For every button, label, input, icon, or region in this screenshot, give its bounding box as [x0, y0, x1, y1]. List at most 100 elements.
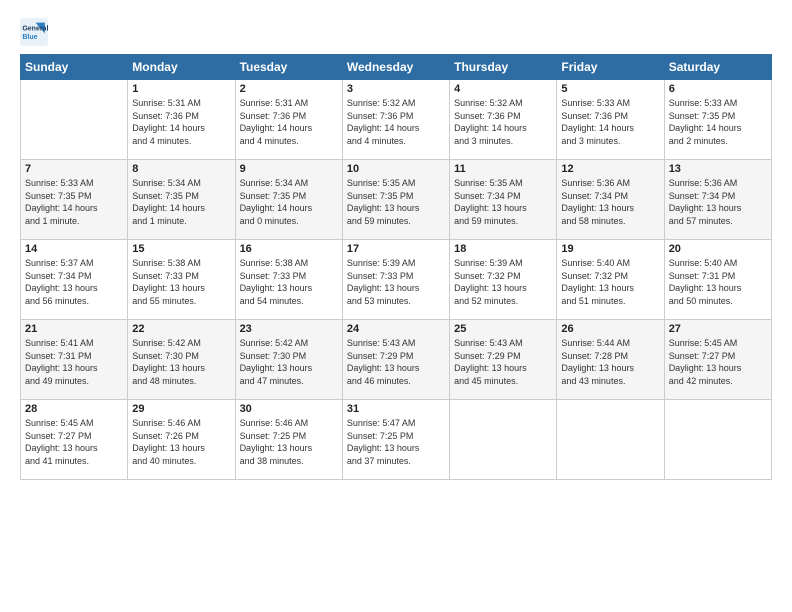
day-number: 7 [25, 163, 123, 175]
cell-content: Sunrise: 5:43 AM Sunset: 7:29 PM Dayligh… [454, 337, 552, 387]
calendar-cell: 28 Sunrise: 5:45 AM Sunset: 7:27 PM Dayli… [21, 400, 128, 480]
cell-content: Sunrise: 5:31 AM Sunset: 7:36 PM Dayligh… [132, 97, 230, 147]
calendar-cell: 24 Sunrise: 5:43 AM Sunset: 7:29 PM Dayli… [342, 320, 449, 400]
header-cell-saturday: Saturday [664, 55, 771, 80]
day-number: 14 [25, 243, 123, 255]
cell-content: Sunrise: 5:47 AM Sunset: 7:25 PM Dayligh… [347, 417, 445, 467]
cell-content: Sunrise: 5:40 AM Sunset: 7:32 PM Dayligh… [561, 257, 659, 307]
calendar-table: SundayMondayTuesdayWednesdayThursdayFrid… [20, 54, 772, 480]
logo-icon: General Blue [20, 18, 48, 46]
day-number: 19 [561, 243, 659, 255]
cell-content: Sunrise: 5:34 AM Sunset: 7:35 PM Dayligh… [240, 177, 338, 227]
calendar-cell: 27Sunrise: 5:45 AM Sunset: 7:27 PM Dayli… [664, 320, 771, 400]
header-cell-sunday: Sunday [21, 55, 128, 80]
logo: General Blue [20, 18, 52, 46]
calendar-cell [450, 400, 557, 480]
day-number: 5 [561, 83, 659, 95]
cell-content: Sunrise: 5:41 AM Sunset: 7:31 PM Dayligh… [25, 337, 123, 387]
day-number: 24 [347, 323, 445, 335]
day-number: 31 [347, 403, 445, 415]
header-row: SundayMondayTuesdayWednesdayThursdayFrid… [21, 55, 772, 80]
cell-content: Sunrise: 5:31 AM Sunset: 7:36 PM Dayligh… [240, 97, 338, 147]
calendar-cell: 18 Sunrise: 5:39 AM Sunset: 7:32 PM Dayli… [450, 240, 557, 320]
week-row-3: 14 Sunrise: 5:37 AM Sunset: 7:34 PM Dayli… [21, 240, 772, 320]
header-cell-thursday: Thursday [450, 55, 557, 80]
cell-content: Sunrise: 5:45 AM Sunset: 7:27 PM Dayligh… [25, 417, 123, 467]
cell-content: Sunrise: 5:36 AM Sunset: 7:34 PM Dayligh… [561, 177, 659, 227]
calendar-cell: 20 Sunrise: 5:40 AM Sunset: 7:31 PM Dayli… [664, 240, 771, 320]
cell-content: Sunrise: 5:32 AM Sunset: 7:36 PM Dayligh… [347, 97, 445, 147]
header-cell-tuesday: Tuesday [235, 55, 342, 80]
calendar-cell: 10 Sunrise: 5:35 AM Sunset: 7:35 PM Dayli… [342, 160, 449, 240]
calendar-cell: 15Sunrise: 5:38 AM Sunset: 7:33 PM Dayli… [128, 240, 235, 320]
cell-content: Sunrise: 5:42 AM Sunset: 7:30 PM Dayligh… [240, 337, 338, 387]
day-number: 13 [669, 163, 767, 175]
cell-content: Sunrise: 5:45 AM Sunset: 7:27 PM Dayligh… [669, 337, 767, 387]
cell-content: Sunrise: 5:35 AM Sunset: 7:35 PM Dayligh… [347, 177, 445, 227]
cell-content: Sunrise: 5:36 AM Sunset: 7:34 PM Dayligh… [669, 177, 767, 227]
calendar-cell: 12 Sunrise: 5:36 AM Sunset: 7:34 PM Dayli… [557, 160, 664, 240]
calendar-cell: 21 Sunrise: 5:41 AM Sunset: 7:31 PM Dayli… [21, 320, 128, 400]
calendar-cell: 29 Sunrise: 5:46 AM Sunset: 7:26 PM Dayli… [128, 400, 235, 480]
day-number: 18 [454, 243, 552, 255]
week-row-2: 7Sunrise: 5:33 AM Sunset: 7:35 PM Daylig… [21, 160, 772, 240]
cell-content: Sunrise: 5:32 AM Sunset: 7:36 PM Dayligh… [454, 97, 552, 147]
calendar-cell: 22 Sunrise: 5:42 AM Sunset: 7:30 PM Dayli… [128, 320, 235, 400]
day-number: 16 [240, 243, 338, 255]
day-number: 23 [240, 323, 338, 335]
cell-content: Sunrise: 5:39 AM Sunset: 7:33 PM Dayligh… [347, 257, 445, 307]
day-number: 30 [240, 403, 338, 415]
day-number: 6 [669, 83, 767, 95]
calendar-cell: 31 Sunrise: 5:47 AM Sunset: 7:25 PM Dayli… [342, 400, 449, 480]
cell-content: Sunrise: 5:46 AM Sunset: 7:26 PM Dayligh… [132, 417, 230, 467]
day-number: 22 [132, 323, 230, 335]
header-cell-wednesday: Wednesday [342, 55, 449, 80]
week-row-4: 21 Sunrise: 5:41 AM Sunset: 7:31 PM Dayli… [21, 320, 772, 400]
day-number: 9 [240, 163, 338, 175]
calendar-cell: 16 Sunrise: 5:38 AM Sunset: 7:33 PM Dayli… [235, 240, 342, 320]
calendar-cell: 6 Sunrise: 5:33 AM Sunset: 7:35 PM Daylig… [664, 80, 771, 160]
cell-content: Sunrise: 5:43 AM Sunset: 7:29 PM Dayligh… [347, 337, 445, 387]
header-cell-friday: Friday [557, 55, 664, 80]
cell-content: Sunrise: 5:42 AM Sunset: 7:30 PM Dayligh… [132, 337, 230, 387]
cell-content: Sunrise: 5:40 AM Sunset: 7:31 PM Dayligh… [669, 257, 767, 307]
week-row-5: 28 Sunrise: 5:45 AM Sunset: 7:27 PM Dayli… [21, 400, 772, 480]
svg-text:Blue: Blue [22, 34, 37, 41]
header: General Blue [20, 18, 772, 46]
day-number: 29 [132, 403, 230, 415]
day-number: 4 [454, 83, 552, 95]
calendar-cell [664, 400, 771, 480]
day-number: 17 [347, 243, 445, 255]
calendar-cell [557, 400, 664, 480]
day-number: 10 [347, 163, 445, 175]
calendar-cell: 2Sunrise: 5:31 AM Sunset: 7:36 PM Daylig… [235, 80, 342, 160]
day-number: 1 [132, 83, 230, 95]
day-number: 8 [132, 163, 230, 175]
cell-content: Sunrise: 5:33 AM Sunset: 7:35 PM Dayligh… [669, 97, 767, 147]
calendar-header: SundayMondayTuesdayWednesdayThursdayFrid… [21, 55, 772, 80]
calendar-cell: 14 Sunrise: 5:37 AM Sunset: 7:34 PM Dayli… [21, 240, 128, 320]
cell-content: Sunrise: 5:46 AM Sunset: 7:25 PM Dayligh… [240, 417, 338, 467]
cell-content: Sunrise: 5:37 AM Sunset: 7:34 PM Dayligh… [25, 257, 123, 307]
calendar-cell: 7Sunrise: 5:33 AM Sunset: 7:35 PM Daylig… [21, 160, 128, 240]
calendar-cell: 8 Sunrise: 5:34 AM Sunset: 7:35 PM Daylig… [128, 160, 235, 240]
calendar-cell: 13 Sunrise: 5:36 AM Sunset: 7:34 PM Dayli… [664, 160, 771, 240]
day-number: 11 [454, 163, 552, 175]
cell-content: Sunrise: 5:34 AM Sunset: 7:35 PM Dayligh… [132, 177, 230, 227]
calendar-cell: 9 Sunrise: 5:34 AM Sunset: 7:35 PM Daylig… [235, 160, 342, 240]
cell-content: Sunrise: 5:33 AM Sunset: 7:36 PM Dayligh… [561, 97, 659, 147]
calendar-body: 1 Sunrise: 5:31 AM Sunset: 7:36 PM Daylig… [21, 80, 772, 480]
svg-text:General: General [22, 25, 48, 32]
day-number: 20 [669, 243, 767, 255]
calendar-cell: 19 Sunrise: 5:40 AM Sunset: 7:32 PM Dayli… [557, 240, 664, 320]
header-cell-monday: Monday [128, 55, 235, 80]
day-number: 12 [561, 163, 659, 175]
cell-content: Sunrise: 5:39 AM Sunset: 7:32 PM Dayligh… [454, 257, 552, 307]
day-number: 28 [25, 403, 123, 415]
calendar-cell: 25Sunrise: 5:43 AM Sunset: 7:29 PM Dayli… [450, 320, 557, 400]
day-number: 21 [25, 323, 123, 335]
cell-content: Sunrise: 5:38 AM Sunset: 7:33 PM Dayligh… [240, 257, 338, 307]
calendar-cell: 11 Sunrise: 5:35 AM Sunset: 7:34 PM Dayli… [450, 160, 557, 240]
cell-content: Sunrise: 5:38 AM Sunset: 7:33 PM Dayligh… [132, 257, 230, 307]
cell-content: Sunrise: 5:35 AM Sunset: 7:34 PM Dayligh… [454, 177, 552, 227]
